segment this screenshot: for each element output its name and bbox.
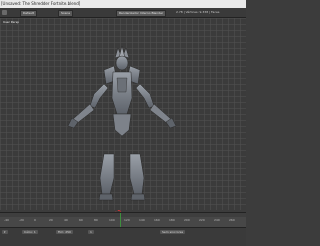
timeline-tick-label: 100 — [109, 218, 115, 222]
timeline-tick-label: 220 — [199, 218, 205, 222]
scene-selector[interactable]: Scene — [58, 10, 74, 17]
sync-mode-selector[interactable]: Sem sincronia — [160, 230, 186, 234]
timeline-tick-label: 120 — [124, 218, 130, 222]
timeline-tick-label: 180 — [169, 218, 175, 222]
current-frame-cursor[interactable] — [120, 213, 121, 227]
3d-viewport[interactable]: User Persp — [0, 18, 246, 217]
timeline[interactable]: -40 -20 0 20 40 60 80 100 120 140 160 180 200 220 240 2… — [0, 212, 246, 227]
timeline-tick-label: 0 — [34, 218, 36, 222]
timeline-tick-label: 260 — [229, 218, 235, 222]
shredder-model — [67, 45, 177, 201]
timeline-tick-label: 240 — [214, 218, 220, 222]
end-frame-field[interactable]: Fim: 250 — [56, 230, 73, 234]
view-menu[interactable]: ▾ — [2, 230, 8, 234]
current-frame-field[interactable]: 1 — [88, 230, 94, 234]
timeline-tick-label: 40 — [64, 218, 68, 222]
scene-stats: 2.78 | Vértices: 9.338 | Faces — [176, 10, 220, 14]
window-titlebar: [Unsaved: The Shredder Fortnite.blend] — [0, 0, 246, 8]
timeline-tick-label: 20 — [49, 218, 53, 222]
timeline-tick-label: -40 — [4, 218, 9, 222]
start-frame-field[interactable]: Início: 1 — [22, 230, 38, 234]
timeline-ruler[interactable] — [0, 213, 246, 217]
render-engine-selector[interactable]: Renderizador Interno Blender — [116, 10, 167, 17]
timeline-tick-label: 80 — [94, 218, 98, 222]
bottom-strip — [0, 236, 246, 246]
playback-bar: ▾ Início: 1 Fim: 250 1 Sem sincronia — [0, 227, 246, 236]
timeline-tick-label: 60 — [79, 218, 83, 222]
timeline-tick-label: 140 — [139, 218, 145, 222]
info-header: Default Scene Renderizador Interno Blend… — [0, 8, 246, 18]
timeline-tick-label: 160 — [154, 218, 160, 222]
timeline-tick-label: 200 — [184, 218, 190, 222]
editor-type-icon[interactable] — [2, 10, 7, 15]
window-title: [Unsaved: The Shredder Fortnite.blend] — [1, 1, 81, 6]
timeline-tick-label: -20 — [19, 218, 24, 222]
layout-selector[interactable]: Default — [20, 10, 37, 17]
